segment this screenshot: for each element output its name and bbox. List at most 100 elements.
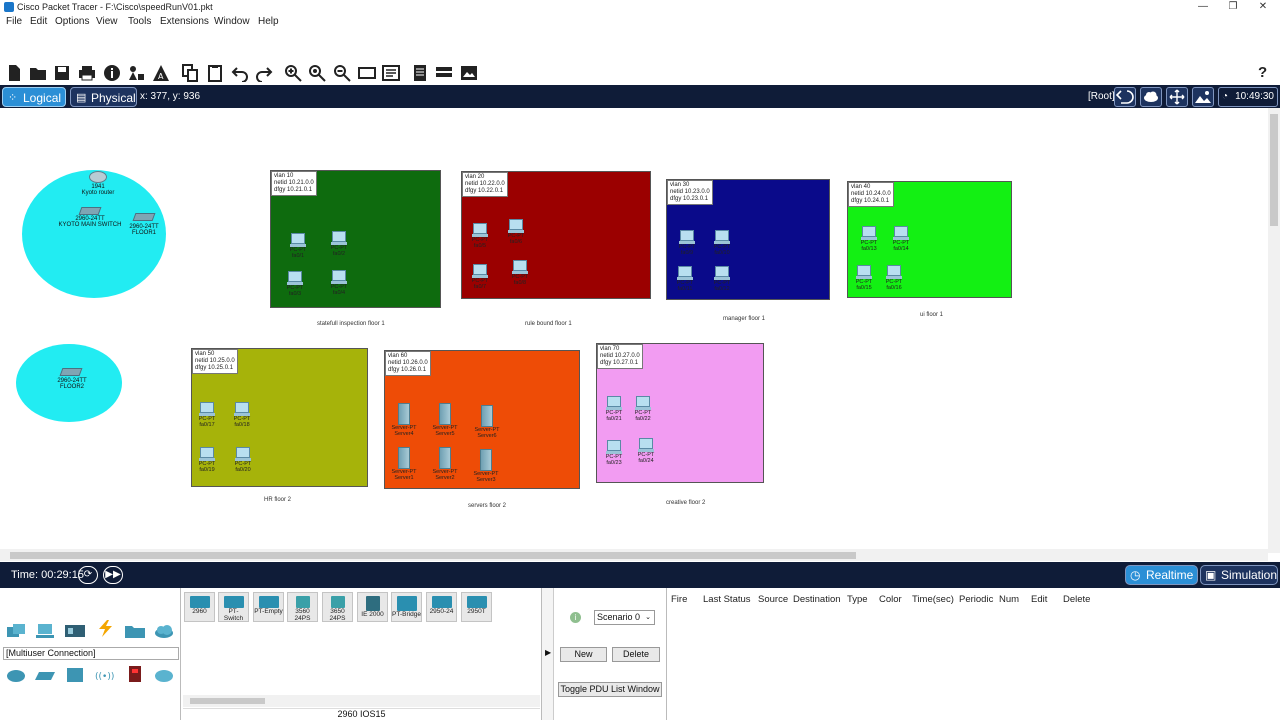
vlan-zone-ui[interactable]: vlan 40 netid 10.24.0.0 dfgy 10.24.0.1 P… [847, 181, 1012, 298]
pc-device[interactable]: PC-PT fa0/14 [886, 226, 916, 252]
pc-device[interactable]: PC-PT fa0/16 [879, 265, 909, 291]
fast-forward-icon[interactable]: ▶▶ [103, 566, 123, 584]
device-tile-pt-switch[interactable]: PT-Switch [218, 592, 249, 622]
menu-window[interactable]: Window [214, 16, 250, 27]
device-list-scrollbar[interactable] [183, 695, 540, 707]
pc-device[interactable]: PC-PT fa0/10 [707, 230, 737, 256]
pc-device[interactable]: PC-PT fa0/20 [228, 447, 258, 473]
device-tile-pt-bridge[interactable]: PT-Bridge [391, 592, 422, 622]
scenario-select[interactable]: Scenario 0 ⌄ [594, 610, 655, 625]
new-scenario-button[interactable]: New [560, 647, 607, 662]
wan-emulation-category-icon[interactable] [153, 666, 175, 684]
device-tile-pt-empty[interactable]: PT-Empty [253, 592, 284, 622]
tab-physical[interactable]: ▤ Physical [70, 87, 137, 107]
pc-device[interactable]: PC-PT fa0/17 [192, 402, 222, 428]
pc-device[interactable]: PC-PT fa0/22 [628, 396, 658, 422]
toggle-pdu-list-button[interactable]: Toggle PDU List Window [558, 682, 662, 697]
device-tile-2950t[interactable]: 2950T [461, 592, 492, 622]
network-devices-icon[interactable] [5, 622, 27, 640]
server-device[interactable]: Server-PT Server3 [471, 449, 501, 483]
server-device[interactable]: Server-PT Server6 [472, 405, 502, 439]
pc-device[interactable]: PC-PT fa0/24 [631, 438, 661, 464]
components-icon[interactable] [64, 622, 86, 640]
device-tile-2960[interactable]: 2960 [184, 592, 215, 622]
menu-help[interactable]: Help [258, 16, 279, 27]
panel-collapse-handle[interactable]: ▶ [542, 588, 554, 720]
menu-edit[interactable]: Edit [30, 16, 47, 27]
pc-device[interactable]: PC-PT fa0/8 [505, 260, 535, 286]
menu-tools[interactable]: Tools [128, 16, 151, 27]
root-breadcrumb[interactable]: [Root] [1088, 91, 1115, 102]
vlan-zone-servers[interactable]: vlan 60 netid 10.26.0.0 dfgy 10.26.0.1 S… [384, 350, 580, 489]
server-device[interactable]: Server-PT Server2 [430, 447, 460, 481]
pc-device[interactable]: PC-PT fa0/13 [854, 226, 884, 252]
vlan-zone-statefull-inspection[interactable]: vlan 10 netid 10.21.0.0 dfgy 10.21.0.1 P… [270, 170, 441, 308]
vlan-zone-creative[interactable]: vlan 70 netid 10.27.0.0 dfgy 10.27.0.1 P… [596, 343, 764, 483]
wireless-category-icon[interactable]: ((•)) [94, 666, 116, 684]
pc-device[interactable]: PC-PT fa0/15 [849, 265, 879, 291]
server-device[interactable]: Server-PT Server4 [389, 403, 419, 437]
switch-icon[interactable] [78, 207, 102, 215]
background-image-icon[interactable] [1192, 87, 1214, 107]
pc-device[interactable]: PC-PT fa0/6 [501, 219, 531, 245]
delete-scenario-button[interactable]: Delete [612, 647, 660, 662]
menu-view[interactable]: View [96, 16, 118, 27]
pc-device[interactable]: PC-PT fa0/18 [227, 402, 257, 428]
switch-category-icon[interactable] [35, 666, 57, 684]
connections-icon[interactable] [94, 619, 116, 637]
cluster-cloud-icon[interactable] [1140, 87, 1162, 107]
power-cycle-icon[interactable]: ⟳ [78, 566, 98, 584]
pc-device[interactable]: PC-PT fa0/5 [465, 223, 495, 249]
back-icon[interactable] [1114, 87, 1136, 107]
viewport-move-icon[interactable] [1166, 87, 1188, 107]
device-tile-3560[interactable]: 3560 24PS [287, 592, 318, 622]
workspace-vertical-scrollbar[interactable] [1268, 108, 1280, 553]
pc-device[interactable]: PC-PT fa0/9 [672, 230, 702, 256]
pc-device[interactable]: PC-PT fa0/7 [465, 264, 495, 290]
security-category-icon[interactable] [124, 665, 146, 683]
restore-button[interactable]: ❐ [1218, 0, 1248, 15]
pc-device[interactable]: PC-PT fa0/3 [280, 271, 310, 297]
menu-extensions[interactable]: Extensions [160, 16, 209, 27]
multiuser-connection-icon[interactable] [153, 622, 175, 640]
minimize-button[interactable]: — [1188, 0, 1218, 15]
device-label: PC-PT fa0/5 [471, 237, 489, 249]
miscellaneous-icon[interactable] [124, 622, 146, 640]
device-tile-ie2000[interactable]: IE 2000 [357, 592, 388, 622]
pc-device[interactable]: PC-PT fa0/12 [707, 266, 737, 292]
pc-device[interactable]: PC-PT fa0/11 [670, 266, 700, 292]
switch-icon[interactable] [132, 213, 156, 221]
vlan-zone-manager[interactable]: vlan 30 netid 10.23.0.0 dfgy 10.23.0.1 P… [666, 179, 830, 300]
router-category-icon[interactable] [5, 666, 27, 684]
pc-device[interactable]: PC-PT fa0/21 [599, 396, 629, 422]
menu-file[interactable]: File [6, 16, 22, 27]
device-tile-2950-24[interactable]: 2950-24 [426, 592, 457, 622]
realtime-mode-button[interactable]: ◷ Realtime [1125, 565, 1198, 585]
vlan-zone-hr[interactable]: vlan 50 netid 10.25.0.0 dfgy 10.25.0.1 P… [191, 348, 368, 487]
server-device[interactable]: Server-PT Server1 [389, 447, 419, 481]
bridge-icon [396, 596, 417, 611]
switch-icon[interactable] [59, 368, 83, 376]
pc-device[interactable]: PC-PT fa0/23 [599, 440, 629, 466]
scroll-thumb[interactable] [1270, 114, 1278, 226]
scroll-thumb[interactable] [10, 552, 856, 559]
workspace-horizontal-scrollbar[interactable] [0, 549, 1268, 561]
scroll-thumb[interactable] [190, 698, 265, 704]
vlan-zone-rule-bound[interactable]: vlan 20 netid 10.22.0.0 dfgy 10.22.0.1 P… [461, 171, 651, 299]
router-icon[interactable] [89, 171, 107, 183]
clock-display[interactable]: ◔ 10:49:30 [1218, 87, 1278, 107]
menu-options[interactable]: Options [55, 16, 89, 27]
tab-logical[interactable]: ⁘ Logical [2, 87, 66, 107]
pc-device[interactable]: PC-PT fa0/4 [324, 270, 354, 296]
pc-device[interactable]: PC-PT fa0/19 [192, 447, 222, 473]
scenario-info-icon[interactable]: i [570, 612, 581, 623]
hub-category-icon[interactable] [64, 666, 86, 684]
pc-device[interactable]: PC-PT fa0/1 [283, 233, 313, 259]
device-tile-3650[interactable]: 3650 24PS [322, 592, 353, 622]
simulation-mode-button[interactable]: ▣ Simulation [1200, 565, 1278, 585]
logical-workspace[interactable]: 1941 Kyoto router 2960-24TT KYOTO MAIN S… [0, 108, 1268, 549]
pc-device[interactable]: PC-PT fa0/2 [324, 231, 354, 257]
close-button[interactable]: ✕ [1248, 0, 1278, 15]
end-devices-icon[interactable] [34, 622, 56, 640]
server-device[interactable]: Server-PT Server5 [430, 403, 460, 437]
